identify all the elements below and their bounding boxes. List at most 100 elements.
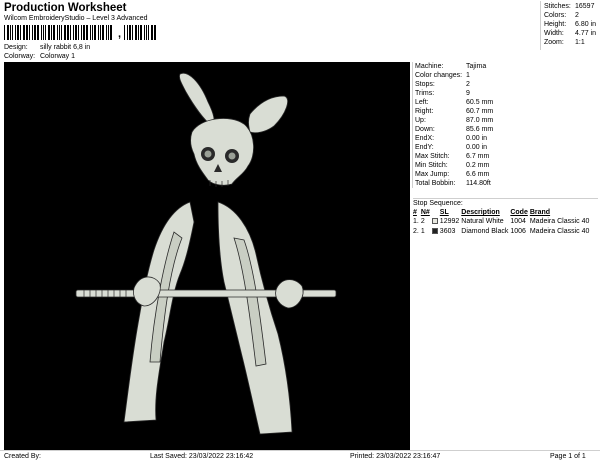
right-ear [248,95,288,134]
page-title: Production Worksheet [4,2,127,14]
machine-value: 6.6 mm [466,171,490,178]
machine-row: Up: 87.0 mm [415,116,598,125]
machine-label: Max Jump: [415,171,450,178]
row-code: 1004 [510,218,526,225]
stat-row: Colors: 2 [544,11,596,20]
row-brand: Madeira Classic 40 [529,228,590,235]
stat-row: Width: 4.77 in [544,29,596,38]
machine-row: Down: 85.6 mm [415,125,598,134]
machine-label: Max Stitch: [415,153,450,160]
row-number: 2. [413,228,419,235]
skull [190,118,254,186]
machine-value: 60.7 mm [466,108,494,115]
color-swatch [431,218,438,225]
machine-value: 6.7 mm [466,153,490,160]
stat-label: Colors: [544,12,567,19]
right-hand [275,279,304,309]
row-number: 1. [413,218,419,225]
machine-label: Min Stitch: [415,162,448,169]
table-row: 2. 1 3603 Diamond Black 1006 Madeira Cla… [413,227,591,237]
machine-row: Machine: Tajima [415,62,598,71]
stat-value: 1:1 [575,39,585,46]
design-row: Design: silly rabbit 6,8 in [4,43,90,52]
col-code: Code [510,209,528,216]
stat-value: 4.77 in [575,30,597,37]
machine-value: 0.00 in [466,135,488,142]
stat-row: Stitches: 16597 [544,2,596,11]
row-description: Diamond Black [461,228,509,235]
machine-row: Stops: 2 [415,80,598,89]
footer: Created By: Last Saved: 23/03/2022 23:16… [0,450,600,464]
machine-row: Max Jump: 6.6 mm [415,170,598,179]
col-swatch [432,208,440,217]
stat-value: 6.80 in [575,21,597,28]
machine-label: Left: [415,99,429,106]
machine-row: EndY: 0.00 in [415,143,598,152]
stat-label: Width: [544,30,564,37]
colorway-row: Colorway: Colorway 1 [4,52,90,61]
machine-row: Total Bobbin: 114.80ft [415,179,598,188]
machine-value: 85.6 mm [466,126,494,133]
machine-row: Min Stitch: 0.2 mm [415,161,598,170]
col-brand: Brand [529,209,551,216]
stats-panel: Stitches: 16597 Colors: 2 Height: 6.80 in W… [544,2,596,47]
machine-row: Max Stitch: 6.7 mm [415,152,598,161]
machine-label: Up: [415,117,426,124]
col-stitch-length: SL [439,209,449,216]
design-info: Design: silly rabbit 6,8 in Colorway: Co… [4,43,90,61]
table-header-row: # N# SL Description Code Brand [413,208,591,217]
machine-value: 0.00 in [466,144,488,151]
machine-value: 60.5 mm [466,99,494,106]
row-brand: Madeira Classic 40 [529,218,590,225]
machine-row: Right: 60.7 mm [415,107,598,116]
machine-label: Total Bobbin: [415,180,456,187]
row-description: Natural White [461,218,504,225]
machine-label: EndX: [415,135,435,142]
machine-panel: Machine: Tajima Color changes: 1 Stops: 2 Trim… [412,62,598,188]
design-value: silly rabbit 6,8 in [40,44,91,51]
machine-row: Trims: 9 [415,89,598,98]
embroidery-artwork [75,72,337,435]
footer-created-by: Created By: [4,453,41,460]
table-row: 1. 2 12992 Natural White 1004 Madeira Cl… [413,217,591,227]
machine-row: EndX: 0.00 in [415,134,598,143]
barcode-separator: , [118,28,122,40]
row-stitches: 3603 [439,228,456,235]
stat-label: Height: [544,21,567,28]
row-swatch-cell [431,227,440,237]
machine-value: 87.0 mm [466,117,494,124]
left-ear [179,72,215,127]
stat-value: 2 [575,12,579,19]
col-description: Description [461,209,500,216]
colorway-value: Colorway 1 [40,53,76,60]
machine-label: Trims: [415,90,435,97]
row-needle: 1 [420,228,425,235]
color-swatch [431,228,438,235]
software-subtitle: Wilcom EmbroideryStudio – Level 3 Advanc… [4,15,148,22]
stop-sequence-title: Stop Sequence: [413,198,598,207]
row-needle: 2 [420,218,425,225]
stat-label: Stitches: [544,3,571,10]
machine-value: 1 [466,72,470,79]
colorway-label: Colorway: [4,53,36,60]
row-code: 1006 [510,228,526,235]
machine-label: EndY: [415,144,434,151]
stat-value: 16597 [575,3,595,10]
barcode [4,25,116,40]
machine-value: Tajima [466,63,487,70]
footer-page: Page 1 of 1 [550,453,586,460]
machine-label: Stops: [415,81,435,88]
stat-row: Height: 6.80 in [544,20,596,29]
machine-label: Right: [415,108,434,115]
machine-label: Color changes: [415,72,463,79]
row-stitches: 12992 [439,218,460,225]
stat-label: Zoom: [544,39,564,46]
footer-last-saved: Last Saved: 23/03/2022 23:16:42 [150,453,254,460]
machine-value: 0.2 mm [466,162,490,169]
stop-sequence-table: # N# SL Description Code Brand 1. 2 1299… [413,208,591,237]
machine-value: 2 [466,81,470,88]
design-preview [4,62,410,450]
machine-label: Down: [415,126,435,133]
footer-printed: Printed: 23/03/2022 23:16:47 [350,453,441,460]
machine-label: Machine: [415,63,444,70]
